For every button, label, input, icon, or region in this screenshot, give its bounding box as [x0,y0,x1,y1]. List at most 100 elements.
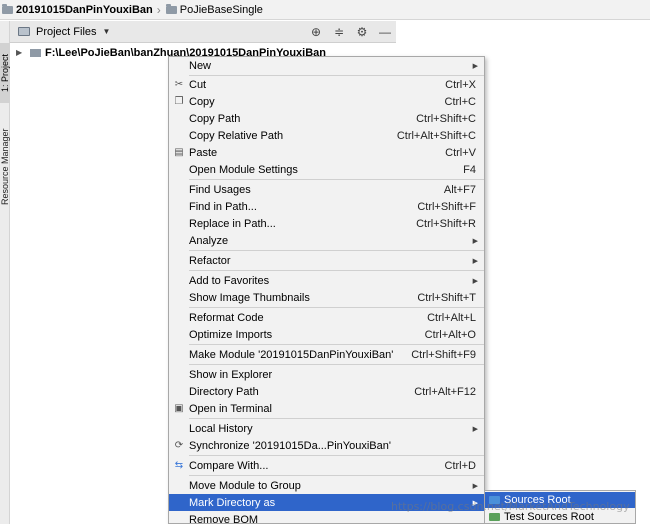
menu-item-find-in-path[interactable]: Find in Path... Ctrl+Shift+F [169,198,484,215]
menu-item-label: Open in Terminal [189,402,272,415]
menu-item-copy[interactable]: ❐ Copy Ctrl+C [169,93,484,110]
folder-icon [30,48,41,57]
project-tool-tab[interactable]: 1: Project [0,43,10,103]
menu-item-replace-in-path[interactable]: Replace in Path... Ctrl+Shift+R [169,215,484,232]
breadcrumb-separator-icon: › [156,2,161,17]
menu-separator [189,250,484,251]
menu-item-label: Analyze [189,234,229,247]
breadcrumb-module[interactable]: PoJieBaseSingle [165,0,263,20]
locate-target-icon[interactable]: ⊕ [309,25,323,39]
menu-item-shortcut: Ctrl+Shift+R [416,217,476,230]
navigation-breadcrumb: 20191015DanPinYouxiBan › PoJieBaseSingle [0,0,650,20]
menu-item-label: Add to Favorites [189,274,270,287]
copy-icon: ❐ [174,96,184,107]
panel-toolbar: ⊕ ≑ ⚙ — [309,21,392,43]
menu-item-directory-path[interactable]: Directory Path Ctrl+Alt+F12 [169,383,484,400]
folder-icon [2,3,13,14]
menu-item-reformat-code[interactable]: Reformat Code Ctrl+Alt+L [169,309,484,326]
menu-item-cut[interactable]: ✂ Cut Ctrl+X [169,76,484,93]
menu-item-label: Open Module Settings [189,163,298,176]
breadcrumb-module-label: PoJieBaseSingle [179,3,263,16]
menu-separator [189,364,484,365]
menu-item-label: Cut [189,78,207,91]
menu-item-shortcut: Ctrl+Shift+T [417,291,476,304]
sync-icon: ⟳ [174,440,184,451]
submenu-arrow-icon: ▶ [472,482,478,490]
menu-item-optimize-imports[interactable]: Optimize Imports Ctrl+Alt+O [169,326,484,343]
menu-item-synchronize[interactable]: ⟳ Synchronize '20191015Da...PinYouxiBan' [169,437,484,454]
project-files-icon [18,27,30,36]
menu-item-label: Copy Path [189,112,241,125]
submenu-arrow-icon: ▶ [472,62,478,70]
menu-item-open-in-terminal[interactable]: ▣ Open in Terminal [169,400,484,417]
menu-item-label: Refactor [189,254,231,267]
menu-item-shortcut: Ctrl+Alt+O [424,328,476,341]
menu-item-analyze[interactable]: Analyze ▶ [169,232,484,249]
menu-item-compare-with[interactable]: ⇆ Compare With... Ctrl+D [169,457,484,474]
menu-item-shortcut: Ctrl+Alt+L [427,311,476,324]
project-view-selector[interactable]: Project Files [36,26,97,38]
menu-item-label: Copy Relative Path [189,129,284,142]
menu-item-label: Local History [189,422,253,435]
menu-item-show-in-explorer[interactable]: Show in Explorer [169,366,484,383]
menu-item-label: Find in Path... [189,200,257,213]
menu-item-label: Paste [189,146,218,159]
menu-item-paste[interactable]: ▤ Paste Ctrl+V [169,144,484,161]
menu-item-label: Reformat Code [189,311,264,324]
minimize-icon[interactable]: — [378,25,392,39]
menu-separator [189,475,484,476]
menu-item-open-module-settings[interactable]: Open Module Settings F4 [169,161,484,178]
clipboard-icon: ▤ [174,147,184,158]
terminal-icon: ▣ [174,403,184,414]
menu-item-shortcut: F4 [463,163,476,176]
expand-arrow-icon[interactable]: ▶ [16,48,26,57]
submenu-arrow-icon: ▶ [472,425,478,433]
menu-item-label: Make Module '20191015DanPinYouxiBan' [189,348,394,361]
menu-item-show-image-thumbnails[interactable]: Show Image Thumbnails Ctrl+Shift+T [169,289,484,306]
chevron-down-icon[interactable]: ▼ [103,27,111,36]
compare-icon: ⇆ [174,460,184,471]
menu-item-label: New [189,59,212,72]
watermark: https://blog.csdn.net/MarketAndTechnolog… [391,500,630,513]
menu-item-label: Remove BOM [189,513,259,524]
menu-item-shortcut: Ctrl+Alt+F12 [414,385,476,398]
breadcrumb-project[interactable]: 20191015DanPinYouxiBan [2,0,153,20]
menu-separator [189,270,484,271]
gear-icon[interactable]: ⚙ [355,25,369,39]
menu-item-shortcut: Ctrl+V [445,146,476,159]
menu-item-copy-path[interactable]: Copy Path Ctrl+Shift+C [169,110,484,127]
project-panel-header: Project Files ▼ ⊕ ≑ ⚙ — [10,21,396,43]
folder-icon [165,3,177,14]
menu-separator [189,307,484,308]
menu-item-new[interactable]: New ▶ [169,57,484,74]
resource-manager-tool-tab[interactable]: Resource Manager [0,115,10,219]
menu-separator [189,418,484,419]
menu-item-label: Compare With... [189,459,269,472]
test-folder-icon [489,513,500,521]
menu-item-find-usages[interactable]: Find Usages Alt+F7 [169,181,484,198]
menu-item-label: Mark Directory as [189,496,276,509]
scissors-icon: ✂ [174,79,184,90]
menu-separator [189,344,484,345]
menu-item-shortcut: Ctrl+Alt+Shift+C [396,129,476,142]
menu-item-label: Move Module to Group [189,479,301,492]
submenu-arrow-icon: ▶ [472,277,478,285]
menu-item-add-to-favorites[interactable]: Add to Favorites ▶ [169,272,484,289]
menu-item-move-module-to-group[interactable]: Move Module to Group ▶ [169,477,484,494]
menu-item-label: Optimize Imports [189,328,273,341]
menu-item-local-history[interactable]: Local History ▶ [169,420,484,437]
menu-item-copy-relative-path[interactable]: Copy Relative Path Ctrl+Alt+Shift+C [169,127,484,144]
menu-item-make-module[interactable]: Make Module '20191015DanPinYouxiBan' Ctr… [169,346,484,363]
menu-separator [189,455,484,456]
menu-item-label: Find Usages [189,183,251,196]
menu-item-refactor[interactable]: Refactor ▶ [169,252,484,269]
menu-separator [189,179,484,180]
menu-item-label: Synchronize '20191015Da...PinYouxiBan' [189,439,391,452]
collapse-all-icon[interactable]: ≑ [332,25,346,39]
submenu-arrow-icon: ▶ [472,257,478,265]
menu-item-label: Copy [189,95,215,108]
menu-item-shortcut: Ctrl+Shift+F [417,200,476,213]
menu-item-label: Replace in Path... [189,217,276,230]
menu-item-label: Show Image Thumbnails [189,291,310,304]
menu-item-shortcut: Ctrl+Shift+F9 [411,348,476,361]
